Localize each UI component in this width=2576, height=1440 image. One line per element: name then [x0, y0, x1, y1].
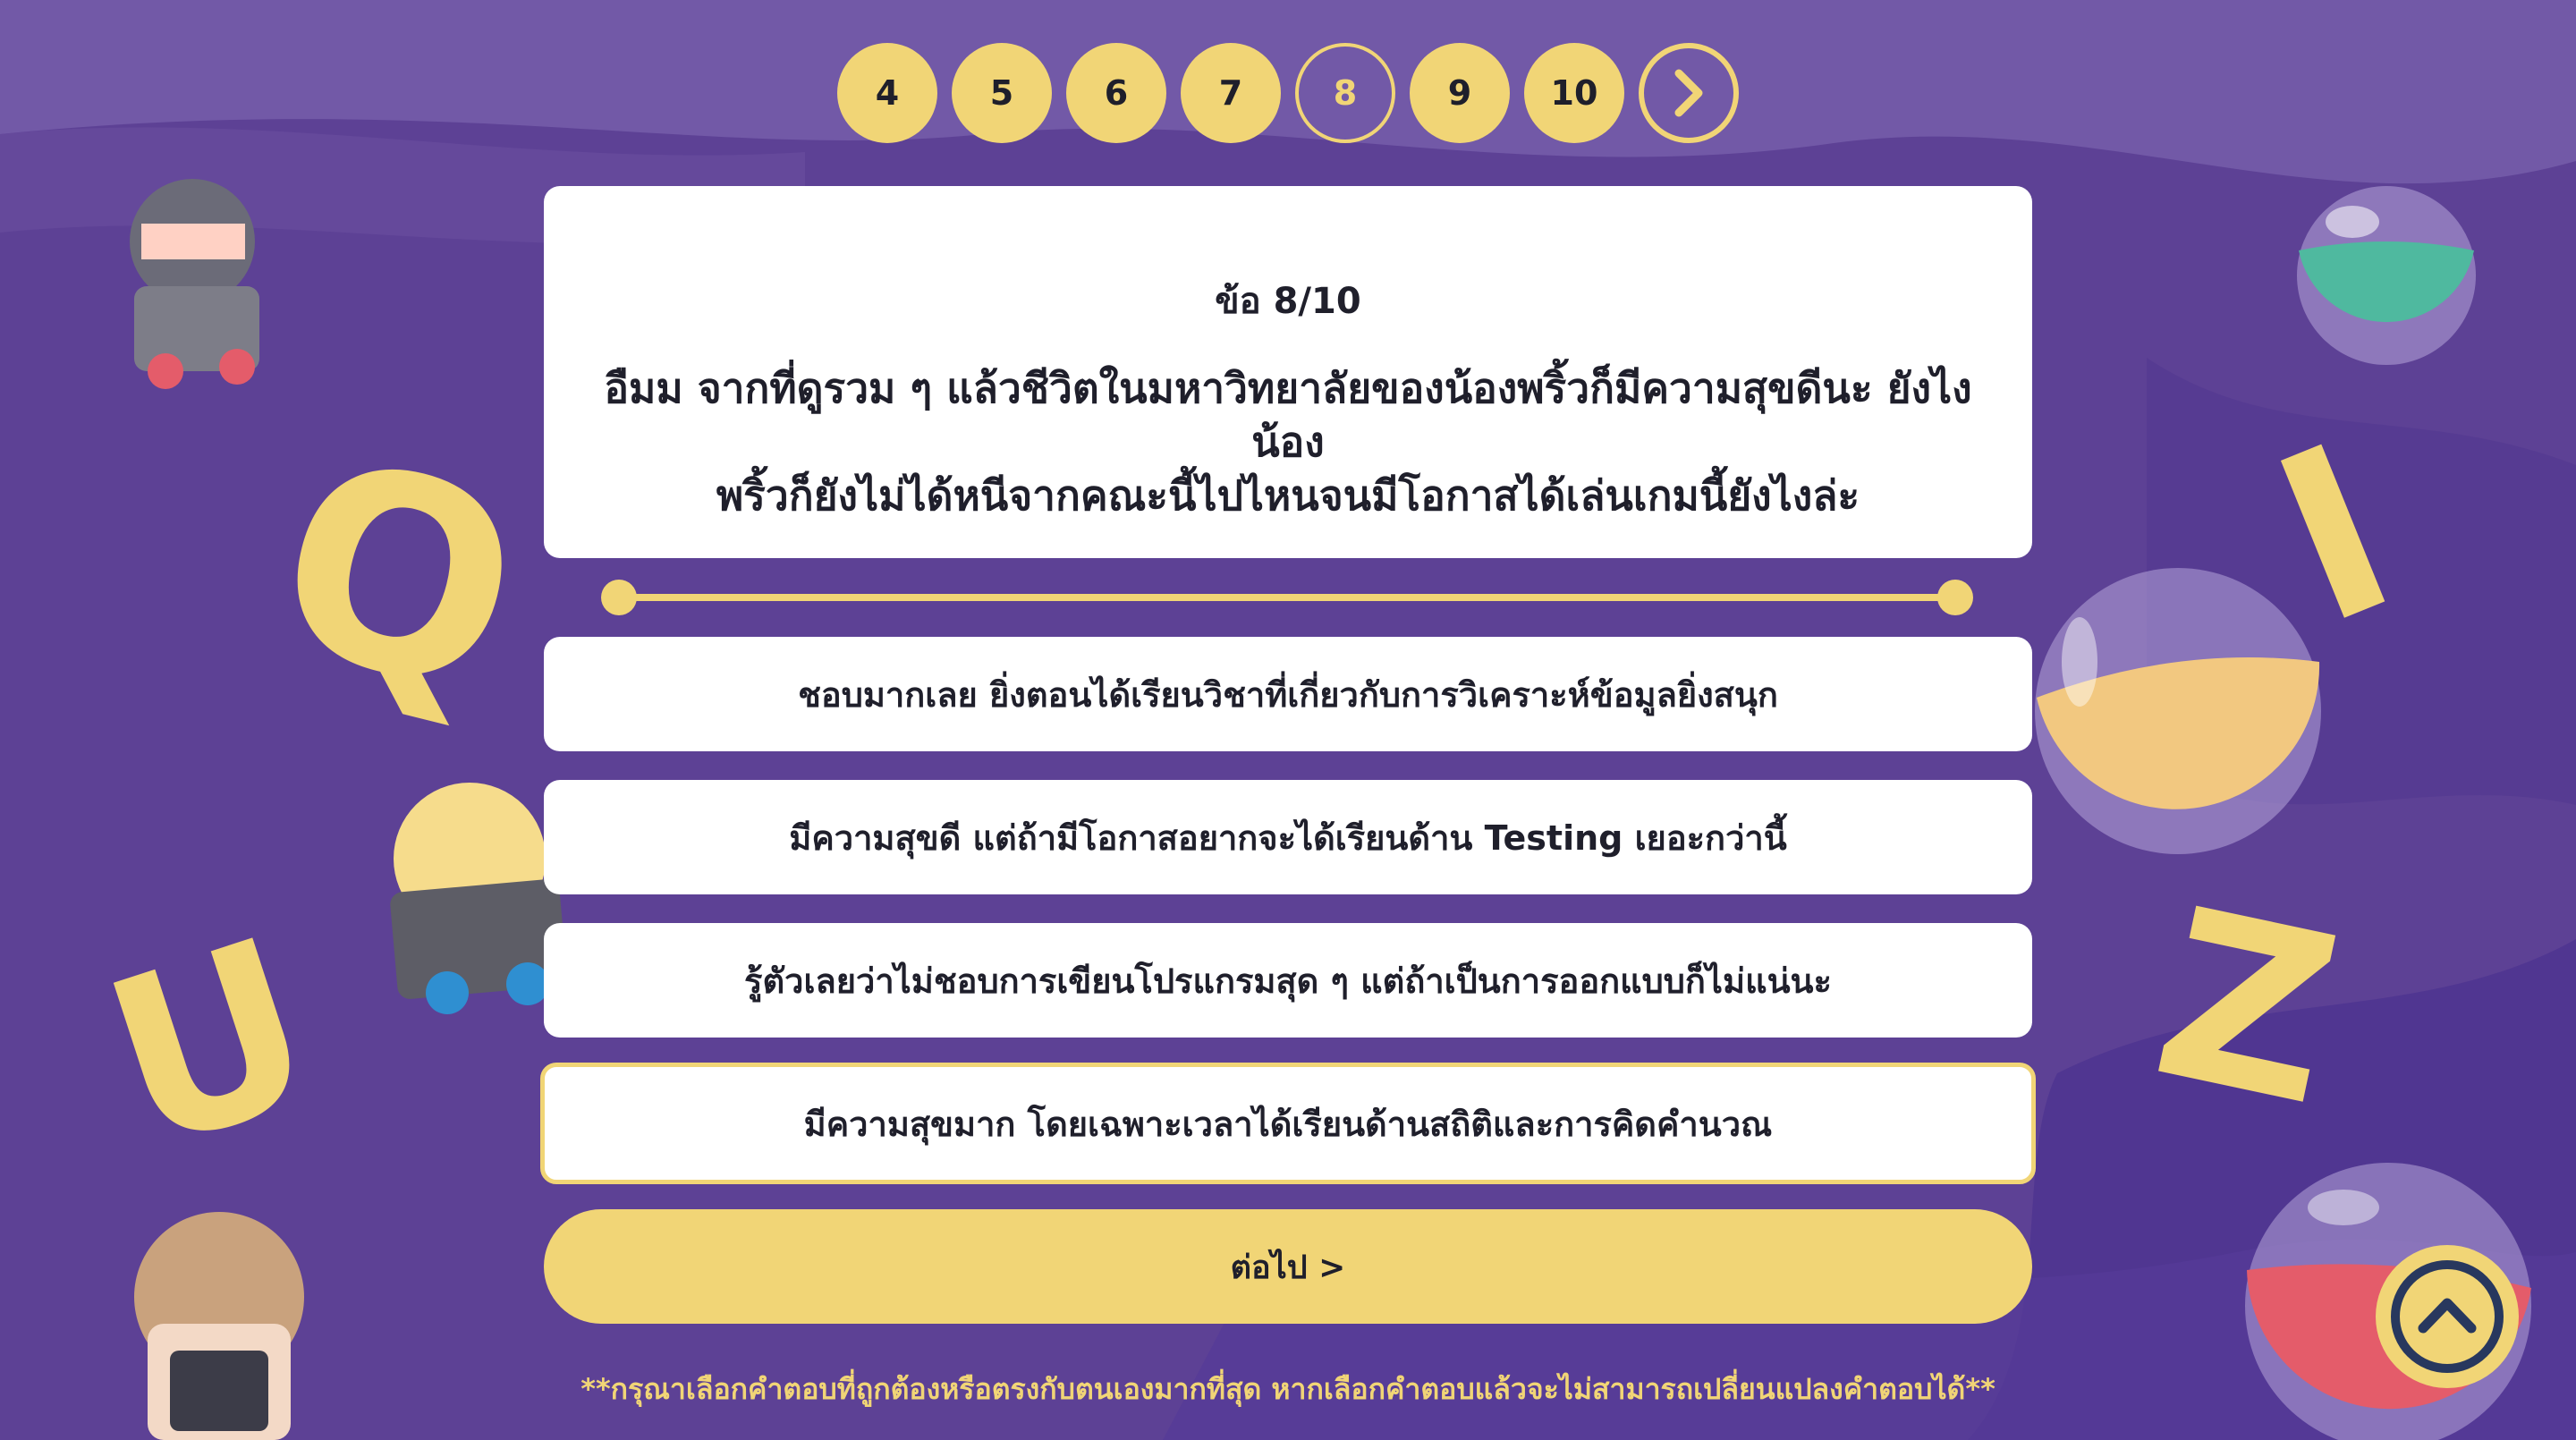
page-button-10[interactable]: 10: [1524, 43, 1624, 143]
question-card: ข้อ 8/10 อืมม จากที่ดูรวม ๆ แล้วชีวิตในม…: [544, 186, 2032, 558]
page-button-9[interactable]: 9: [1410, 43, 1510, 143]
chevron-right-icon: [1674, 69, 1703, 117]
page-button-8-current[interactable]: 8: [1295, 43, 1395, 143]
answer-option-1[interactable]: ชอบมากเลย ยิ่งตอนได้เรียนวิชาที่เกี่ยวกั…: [544, 637, 2032, 751]
scroll-top-button[interactable]: [2376, 1245, 2519, 1388]
page-button-6[interactable]: 6: [1066, 43, 1166, 143]
question-text: อืมม จากที่ดูรวม ๆ แล้วชีวิตในมหาวิทยาลั…: [571, 361, 2005, 522]
question-text-line-2: พริ้วก็ยังไม่ได้หนีจากคณะนี้ไปไหนจนมีโอก…: [716, 471, 1860, 520]
question-number: ข้อ 8/10: [1215, 281, 1361, 322]
page-button-4[interactable]: 4: [837, 43, 937, 143]
chevron-up-icon: [2391, 1260, 2504, 1373]
next-page-button[interactable]: [1639, 43, 1739, 143]
answer-option-2[interactable]: มีความสุขดี แต่ถ้ามีโอกาสอยากจะได้เรียนด…: [544, 780, 2032, 894]
instruction-note: **กรุณาเลือกคำตอบที่ถูกต้องหรือตรงกับตนเ…: [580, 1372, 1996, 1406]
answer-option-4-selected[interactable]: มีความสุขมาก โดยเฉพาะเวลาได้เรียนด้านสถิ…: [540, 1063, 2036, 1184]
bubble-yellow: [2035, 568, 2321, 854]
bubble-green: [2297, 186, 2476, 365]
answer-option-3[interactable]: รู้ตัวเลยว่าไม่ชอบการเขียนโปรแกรมสุด ๆ แ…: [544, 923, 2032, 1038]
page-button-5[interactable]: 5: [952, 43, 1052, 143]
question-text-line-1: อืมม จากที่ดูรวม ๆ แล้วชีวิตในมหาวิทยาลั…: [604, 364, 1972, 466]
next-button[interactable]: ต่อไป >: [544, 1209, 2032, 1324]
page-button-7[interactable]: 7: [1181, 43, 1281, 143]
